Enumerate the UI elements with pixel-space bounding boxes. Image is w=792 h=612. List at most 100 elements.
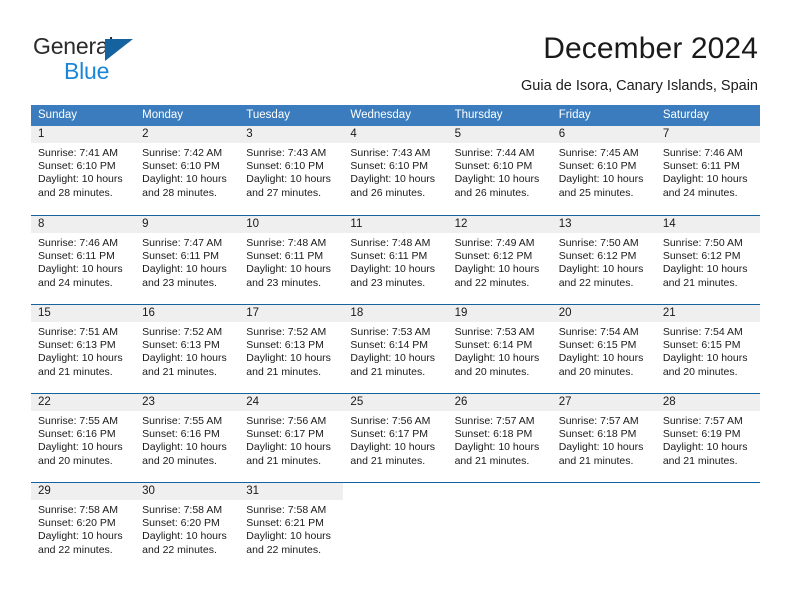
day-cell-empty (655, 483, 760, 571)
sunrise-text: Sunrise: 7:48 AM (350, 237, 431, 249)
day-cell[interactable]: 17 Sunrise: 7:52 AM Sunset: 6:13 PM Dayl… (239, 305, 344, 393)
day-number: 23 (135, 394, 240, 411)
page-subtitle: Guia de Isora, Canary Islands, Spain (521, 78, 758, 94)
day-cell[interactable]: 28 Sunrise: 7:57 AM Sunset: 6:19 PM Dayl… (655, 394, 760, 482)
day-number (447, 483, 552, 500)
day-info: Sunrise: 7:52 AM Sunset: 6:13 PM Dayligh… (135, 322, 239, 379)
sunset-text: Sunset: 6:14 PM (454, 339, 533, 352)
day-info: Sunrise: 7:56 AM Sunset: 6:17 PM Dayligh… (343, 411, 447, 468)
day-info: Sunrise: 7:49 AM Sunset: 6:12 PM Dayligh… (448, 233, 552, 290)
sunset-text: Sunset: 6:16 PM (142, 428, 220, 441)
week-row: 29 Sunrise: 7:58 AM Sunset: 6:20 PM Dayl… (31, 482, 760, 571)
weekday-header-thursday: Thursday (454, 109, 503, 121)
day-number: 27 (551, 394, 656, 411)
day-cell[interactable]: 13 Sunrise: 7:50 AM Sunset: 6:12 PM Dayl… (551, 216, 656, 304)
sunset-text: Sunset: 6:12 PM (558, 250, 637, 263)
day-cell[interactable]: 29 Sunrise: 7:58 AM Sunset: 6:20 PM Dayl… (31, 483, 136, 571)
day-cell[interactable]: 20 Sunrise: 7:54 AM Sunset: 6:15 PM Dayl… (551, 305, 656, 393)
day-info: Sunrise: 7:55 AM Sunset: 6:16 PM Dayligh… (135, 411, 239, 468)
daylight-text-line2: and 22 minutes. (38, 543, 113, 556)
day-cell[interactable]: 4 Sunrise: 7:43 AM Sunset: 6:10 PM Dayli… (343, 126, 448, 215)
daylight-text-line1: Daylight: 10 hours (662, 263, 748, 276)
day-number: 26 (447, 394, 552, 411)
day-cell[interactable]: 24 Sunrise: 7:56 AM Sunset: 6:17 PM Dayl… (239, 394, 344, 482)
day-cell[interactable]: 11 Sunrise: 7:48 AM Sunset: 6:11 PM Dayl… (343, 216, 448, 304)
daylight-text-line1: Daylight: 10 hours (558, 441, 644, 454)
day-cell[interactable]: 26 Sunrise: 7:57 AM Sunset: 6:18 PM Dayl… (447, 394, 552, 482)
daylight-text-line1: Daylight: 10 hours (38, 441, 123, 454)
day-cell-empty (343, 483, 448, 571)
day-cell[interactable]: 22 Sunrise: 7:55 AM Sunset: 6:16 PM Dayl… (31, 394, 136, 482)
daylight-text-line2: and 21 minutes. (142, 365, 217, 378)
day-number: 13 (551, 216, 656, 233)
day-cell[interactable]: 15 Sunrise: 7:51 AM Sunset: 6:13 PM Dayl… (31, 305, 136, 393)
day-cell[interactable]: 1 Sunrise: 7:41 AM Sunset: 6:10 PM Dayli… (31, 126, 136, 215)
day-cell[interactable]: 23 Sunrise: 7:55 AM Sunset: 6:16 PM Dayl… (135, 394, 240, 482)
sunrise-text: Sunrise: 7:43 AM (350, 147, 431, 159)
day-cell[interactable]: 25 Sunrise: 7:56 AM Sunset: 6:17 PM Dayl… (343, 394, 448, 482)
sunrise-text: Sunrise: 7:42 AM (142, 147, 223, 159)
day-cell[interactable]: 10 Sunrise: 7:48 AM Sunset: 6:11 PM Dayl… (239, 216, 344, 304)
sunrise-text: Sunrise: 7:58 AM (246, 504, 327, 516)
day-info: Sunrise: 7:48 AM Sunset: 6:11 PM Dayligh… (239, 233, 343, 290)
daylight-text-line2: and 24 minutes. (662, 186, 738, 199)
sunset-text: Sunset: 6:18 PM (558, 428, 637, 441)
day-cell[interactable]: 21 Sunrise: 7:54 AM Sunset: 6:15 PM Dayl… (655, 305, 760, 393)
sunset-text: Sunset: 6:10 PM (246, 160, 324, 173)
sunset-text: Sunset: 6:10 PM (38, 160, 116, 173)
day-cell[interactable]: 27 Sunrise: 7:57 AM Sunset: 6:18 PM Dayl… (551, 394, 656, 482)
sunrise-text: Sunrise: 7:46 AM (38, 237, 118, 249)
day-cell[interactable]: 31 Sunrise: 7:58 AM Sunset: 6:21 PM Dayl… (239, 483, 344, 571)
week-row: 1 Sunrise: 7:41 AM Sunset: 6:10 PM Dayli… (31, 126, 760, 215)
day-cell[interactable]: 14 Sunrise: 7:50 AM Sunset: 6:12 PM Dayl… (655, 216, 760, 304)
sunset-text: Sunset: 6:12 PM (454, 250, 533, 263)
day-info: Sunrise: 7:57 AM Sunset: 6:18 PM Dayligh… (448, 411, 552, 468)
daylight-text-line1: Daylight: 10 hours (246, 530, 331, 543)
sunset-text: Sunset: 6:16 PM (38, 428, 116, 441)
sunset-text: Sunset: 6:11 PM (142, 250, 219, 263)
calendar-grid: Sunday Monday Tuesday Wednesday Thursday… (31, 105, 760, 571)
day-info: Sunrise: 7:57 AM Sunset: 6:19 PM Dayligh… (656, 411, 760, 468)
sunset-text: Sunset: 6:17 PM (350, 428, 429, 441)
sunset-text: Sunset: 6:21 PM (246, 517, 324, 530)
sunrise-text: Sunrise: 7:44 AM (454, 147, 535, 159)
day-info: Sunrise: 7:58 AM Sunset: 6:20 PM Dayligh… (31, 500, 135, 557)
sunrise-text: Sunrise: 7:54 AM (662, 326, 743, 338)
daylight-text-line2: and 20 minutes. (662, 365, 738, 378)
daylight-text-line2: and 22 minutes. (454, 276, 530, 289)
day-cell[interactable]: 16 Sunrise: 7:52 AM Sunset: 6:13 PM Dayl… (135, 305, 240, 393)
daylight-text-line1: Daylight: 10 hours (662, 441, 748, 454)
daylight-text-line2: and 22 minutes. (142, 543, 217, 556)
week-row: 22 Sunrise: 7:55 AM Sunset: 6:16 PM Dayl… (31, 393, 760, 482)
day-cell[interactable]: 7 Sunrise: 7:46 AM Sunset: 6:11 PM Dayli… (655, 126, 760, 215)
day-cell[interactable]: 8 Sunrise: 7:46 AM Sunset: 6:11 PM Dayli… (31, 216, 136, 304)
day-cell[interactable]: 5 Sunrise: 7:44 AM Sunset: 6:10 PM Dayli… (447, 126, 552, 215)
sunset-text: Sunset: 6:15 PM (662, 339, 741, 352)
sunrise-text: Sunrise: 7:57 AM (662, 415, 743, 427)
day-cell[interactable]: 2 Sunrise: 7:42 AM Sunset: 6:10 PM Dayli… (135, 126, 240, 215)
sunset-text: Sunset: 6:10 PM (454, 160, 533, 173)
daylight-text-line2: and 21 minutes. (350, 365, 426, 378)
sunset-text: Sunset: 6:10 PM (350, 160, 429, 173)
daylight-text-line2: and 25 minutes. (558, 186, 634, 199)
daylight-text-line1: Daylight: 10 hours (558, 352, 644, 365)
day-cell[interactable]: 19 Sunrise: 7:53 AM Sunset: 6:14 PM Dayl… (447, 305, 552, 393)
day-cell[interactable]: 12 Sunrise: 7:49 AM Sunset: 6:12 PM Dayl… (447, 216, 552, 304)
day-cell[interactable]: 9 Sunrise: 7:47 AM Sunset: 6:11 PM Dayli… (135, 216, 240, 304)
daylight-text-line2: and 21 minutes. (38, 365, 113, 378)
weekday-header-saturday: Saturday (662, 109, 709, 121)
day-cell[interactable]: 3 Sunrise: 7:43 AM Sunset: 6:10 PM Dayli… (239, 126, 344, 215)
day-number: 1 (31, 126, 136, 143)
sunset-text: Sunset: 6:12 PM (662, 250, 741, 263)
weekday-header-friday: Friday (558, 109, 591, 121)
day-number (343, 483, 448, 500)
day-cell[interactable]: 18 Sunrise: 7:53 AM Sunset: 6:14 PM Dayl… (343, 305, 448, 393)
daylight-text-line2: and 27 minutes. (246, 186, 321, 199)
day-cell[interactable]: 6 Sunrise: 7:45 AM Sunset: 6:10 PM Dayli… (551, 126, 656, 215)
daylight-text-line1: Daylight: 10 hours (558, 263, 644, 276)
daylight-text-line1: Daylight: 10 hours (662, 352, 748, 365)
general-blue-logo[interactable]: General Blue (33, 33, 263, 85)
day-cell[interactable]: 30 Sunrise: 7:58 AM Sunset: 6:20 PM Dayl… (135, 483, 240, 571)
sunrise-text: Sunrise: 7:56 AM (350, 415, 431, 427)
day-info: Sunrise: 7:58 AM Sunset: 6:20 PM Dayligh… (135, 500, 239, 557)
